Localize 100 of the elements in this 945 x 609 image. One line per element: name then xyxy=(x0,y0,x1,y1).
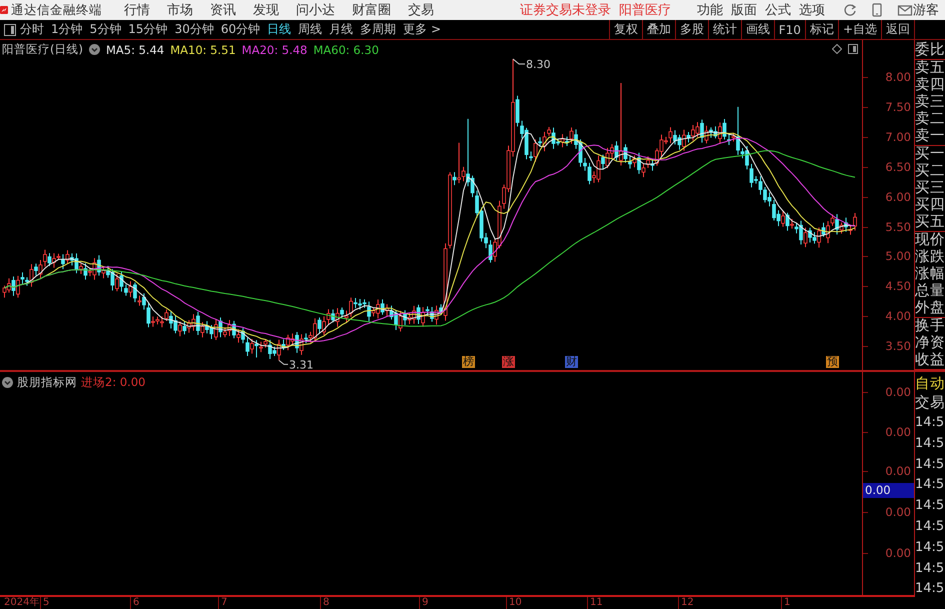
menu-item[interactable]: 发现 xyxy=(253,1,279,19)
menu-item[interactable]: 功能 xyxy=(697,1,723,19)
login-status: 证券交易未登录 xyxy=(520,2,611,19)
quote-field-label: 净资 xyxy=(915,335,945,352)
trade-time: 14:5 xyxy=(915,560,945,578)
price-axis-label: 8.00 xyxy=(885,71,911,83)
indicator-name: 股朋指标网 xyxy=(17,375,77,390)
auto-label: 自动 xyxy=(915,375,945,394)
quote-field-label: 涨幅 xyxy=(915,266,945,283)
date-axis-label: 9 xyxy=(419,597,428,609)
period-tab[interactable]: 1分钟 xyxy=(51,21,83,38)
event-marker: 预 xyxy=(826,356,839,368)
toolbar-button[interactable]: F10 xyxy=(774,20,805,39)
period-tab[interactable]: 分时 xyxy=(20,21,44,38)
date-axis-label: 2024年 xyxy=(3,597,40,609)
menu-item[interactable]: 版面 xyxy=(731,1,757,19)
quote-field-label: 卖二 xyxy=(915,111,945,128)
period-tab[interactable]: 周线 xyxy=(298,21,322,38)
indicator-axis-label: 0.00 xyxy=(885,465,911,477)
price-axis-label: 6.50 xyxy=(885,160,911,173)
period-tab[interactable]: 60分钟 xyxy=(220,21,260,38)
toolbar-button[interactable]: 复权 xyxy=(608,20,642,39)
moving-average-value: MA20: 5.48 xyxy=(242,42,308,56)
trade-time: 14:5 xyxy=(915,456,945,474)
trade-time: 14:5 xyxy=(915,580,945,598)
menu-item[interactable]: 财富圈 xyxy=(352,1,391,19)
quote-field-label: 外盘 xyxy=(915,300,945,317)
quote-field-label: 涨跌 xyxy=(915,249,945,266)
price-axis-label: 7.50 xyxy=(885,100,911,113)
quote-field-label: 买一 xyxy=(915,146,945,163)
indicator-axis-label: 0.00 xyxy=(885,426,911,438)
app-title: 通达信金融终端 xyxy=(11,2,102,18)
toolbar-button[interactable]: 多股 xyxy=(674,20,708,39)
event-marker: 财 xyxy=(565,356,578,368)
date-axis-label: 7 xyxy=(218,597,228,609)
indicator-axis-label: 0.00 xyxy=(885,506,911,518)
price-axis-label: 7.00 xyxy=(885,130,911,143)
indicator-axis-label: 0.00 xyxy=(885,547,911,559)
indicator-axis-label: 0.00 xyxy=(885,386,911,398)
price-axis-label: 4.50 xyxy=(885,280,911,292)
date-axis-label: 1 xyxy=(781,597,790,609)
user-name[interactable]: 游客 xyxy=(913,1,939,19)
period-tab[interactable]: 多周期 xyxy=(360,21,396,38)
period-tab[interactable]: 5分钟 xyxy=(90,21,122,38)
menu-item[interactable]: 交易 xyxy=(408,1,434,19)
quote-field-label: 收益 xyxy=(915,352,945,369)
trade-time: 14:5 xyxy=(915,414,945,432)
toolbar-button[interactable]: 统计 xyxy=(708,20,741,39)
trade-time: 14:5 xyxy=(915,538,945,557)
moving-average-value: MA10: 5.51 xyxy=(170,42,236,56)
quote-field-label: 卖三 xyxy=(915,94,945,111)
trade-time: 14:5 xyxy=(915,434,945,453)
quote-field-label: 卖五 xyxy=(915,60,945,77)
quote-field-label: 现价 xyxy=(915,232,945,249)
high-price-label: 8.30 xyxy=(526,58,550,72)
event-marker: 榜 xyxy=(462,356,475,368)
quote-field-label: 卖一 xyxy=(915,128,945,145)
price-axis-label: 3.50 xyxy=(885,340,911,352)
menu-item[interactable]: 选项 xyxy=(799,1,825,19)
quote-field-label: 买三 xyxy=(915,180,945,197)
period-tab[interactable]: 30分钟 xyxy=(174,21,214,38)
moving-average-value: MA5: 5.44 xyxy=(106,42,164,56)
toolbar-button[interactable]: 画线 xyxy=(740,20,774,39)
trade-time: 14:5 xyxy=(915,497,945,516)
crosshair-value: 0.00 xyxy=(863,483,914,498)
trade-time: 14:5 xyxy=(915,476,945,494)
chart-title: 阳普医疗(日线) xyxy=(2,42,83,57)
menu-item[interactable]: 公式 xyxy=(765,1,791,19)
period-tab[interactable]: 日线 xyxy=(267,21,292,38)
menu-item[interactable]: 问小达 xyxy=(296,1,335,19)
stock-name: 阳普医疗 xyxy=(619,2,671,19)
date-axis-label: 5 xyxy=(40,597,50,609)
trade-time: 14:5 xyxy=(915,518,945,536)
toolbar-button[interactable]: 标记 xyxy=(804,20,838,39)
period-tab[interactable]: 月线 xyxy=(329,21,354,38)
toolbar-button[interactable]: 返回 xyxy=(881,20,915,39)
toolbar-button[interactable]: +自选 xyxy=(838,20,881,39)
menu-item[interactable]: 资讯 xyxy=(210,1,236,19)
price-axis-label: 5.00 xyxy=(885,250,911,262)
quote-field-label: 总量 xyxy=(915,283,945,300)
date-axis-label: 10 xyxy=(506,597,522,609)
period-tab[interactable]: 15分钟 xyxy=(128,21,168,38)
quote-field-label: 卖四 xyxy=(915,77,945,94)
quote-field-label: 买二 xyxy=(915,163,945,180)
indicator-value: 进场2: 0.00 xyxy=(81,375,146,390)
date-axis-label: 11 xyxy=(587,597,603,609)
toolbar-button[interactable]: 叠加 xyxy=(642,20,675,39)
quote-field-label: 买四 xyxy=(915,197,945,214)
quote-field-label: 换手 xyxy=(915,318,945,335)
low-price-label: 3.31 xyxy=(289,358,314,370)
quote-field-label: 买五 xyxy=(915,214,945,231)
quote-field-label: 委比 xyxy=(915,42,945,59)
price-axis-label: 6.00 xyxy=(885,190,911,203)
date-axis-label: 12 xyxy=(678,597,694,609)
period-tab[interactable]: 更多 > xyxy=(403,21,441,38)
date-axis-label: 8 xyxy=(320,597,330,609)
menu-item[interactable]: 市场 xyxy=(167,1,193,19)
price-axis-label: 5.50 xyxy=(885,220,911,232)
price-axis-label: 4.00 xyxy=(885,310,911,322)
menu-item[interactable]: 行情 xyxy=(124,1,150,19)
